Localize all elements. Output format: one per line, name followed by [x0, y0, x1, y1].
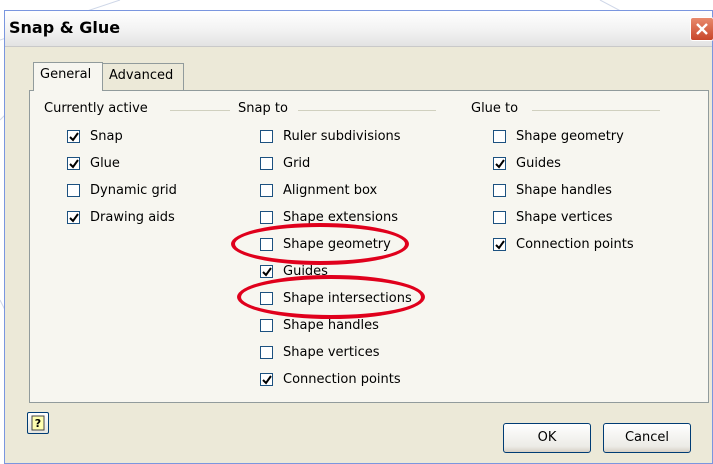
checkbox[interactable] — [493, 210, 506, 224]
snap-to-alignment-box-option[interactable]: Alignment box — [260, 180, 377, 200]
title-bar: Snap & Glue — [5, 11, 713, 47]
checkmark-icon — [262, 266, 272, 277]
checkbox[interactable] — [67, 183, 80, 197]
glue-to-shape-handles-option[interactable]: Shape handles — [493, 180, 612, 200]
glue-to-title: Glue to — [471, 101, 519, 116]
cancel-button-label: Cancel — [624, 430, 670, 445]
checkbox-label: Shape vertices — [283, 344, 380, 360]
checkbox[interactable] — [260, 183, 273, 197]
tab-advanced-label: Advanced — [109, 68, 174, 83]
checkbox-label: Connection points — [516, 236, 634, 252]
checkbox[interactable] — [493, 237, 506, 251]
checkbox-label: Connection points — [283, 371, 401, 387]
checkbox-label: Glue — [90, 155, 120, 171]
glue-to-divider — [532, 110, 660, 111]
snap-to-connection-points-option[interactable]: Connection points — [260, 369, 401, 389]
checkbox[interactable] — [67, 156, 80, 170]
checkbox-label: Grid — [283, 155, 311, 171]
checkbox[interactable] — [67, 210, 80, 224]
checkbox[interactable] — [493, 183, 506, 197]
snap-to-ruler-subdivisions-option[interactable]: Ruler subdivisions — [260, 126, 401, 146]
checkmark-icon — [69, 212, 79, 223]
checkbox[interactable] — [260, 129, 273, 143]
snap-to-shape-vertices-option[interactable]: Shape vertices — [260, 342, 380, 362]
tab-advanced[interactable]: Advanced — [102, 63, 184, 90]
currently-active-dynamic-grid-option[interactable]: Dynamic grid — [67, 180, 177, 200]
ok-button[interactable]: OK — [503, 423, 591, 453]
checkbox-label: Drawing aids — [90, 209, 175, 225]
checkbox[interactable] — [67, 129, 80, 143]
checkbox[interactable] — [260, 156, 273, 170]
tab-general[interactable]: General — [33, 62, 103, 91]
checkbox[interactable] — [260, 210, 273, 224]
glue-to-connection-points-option[interactable]: Connection points — [493, 234, 634, 254]
ok-button-label: OK — [537, 430, 557, 445]
checkbox-label: Shape handles — [516, 182, 612, 198]
help-icon: ? — [31, 415, 45, 431]
currently-active-drawing-aids-option[interactable]: Drawing aids — [67, 207, 175, 227]
checkbox-label: Snap — [90, 128, 123, 144]
snap-to-grid-option[interactable]: Grid — [260, 153, 310, 173]
checkbox-label: Shape extensions — [283, 209, 398, 225]
checkmark-icon — [69, 131, 79, 142]
snap-to-title: Snap to — [238, 101, 288, 116]
checkbox[interactable] — [260, 372, 273, 386]
annotation-ellipse-shape-intersections — [237, 275, 425, 319]
tab-general-label: General — [40, 67, 92, 82]
checkbox-label: Shape geometry — [516, 128, 624, 144]
close-icon — [696, 23, 708, 35]
cancel-button[interactable]: Cancel — [603, 423, 691, 453]
currently-active-glue-option[interactable]: Glue — [67, 153, 120, 173]
help-button[interactable]: ? — [27, 412, 49, 434]
checkbox-label: Guides — [516, 155, 561, 171]
checkmark-icon — [495, 239, 505, 250]
currently-active-snap-option[interactable]: Snap — [67, 126, 123, 146]
snap-glue-dialog: Snap & Glue General Advanced Currently a… — [4, 10, 713, 464]
glue-to-guides-option[interactable]: Guides — [493, 153, 561, 173]
checkbox[interactable] — [493, 129, 506, 143]
checkbox[interactable] — [260, 345, 273, 359]
dialog-title: Snap & Glue — [9, 18, 121, 37]
checkbox-label: Shape handles — [283, 317, 379, 333]
checkbox-label: Dynamic grid — [90, 182, 177, 198]
currently-active-title: Currently active — [44, 101, 148, 116]
checkbox[interactable] — [493, 156, 506, 170]
svg-text:?: ? — [35, 417, 41, 430]
checkbox-label: Shape vertices — [516, 209, 613, 225]
checkbox[interactable] — [260, 318, 273, 332]
close-button[interactable] — [690, 17, 713, 41]
checkmark-icon — [495, 158, 505, 169]
checkmark-icon — [69, 158, 79, 169]
glue-to-shape-vertices-option[interactable]: Shape vertices — [493, 207, 613, 227]
currently-active-divider — [170, 110, 230, 111]
checkmark-icon — [262, 374, 272, 385]
glue-to-shape-geometry-option[interactable]: Shape geometry — [493, 126, 624, 146]
annotation-ellipse-shape-geometry — [231, 223, 409, 265]
checkbox[interactable] — [260, 264, 273, 278]
checkbox-label: Alignment box — [283, 182, 378, 198]
snap-to-divider — [298, 110, 436, 111]
checkbox-label: Ruler subdivisions — [283, 128, 401, 144]
